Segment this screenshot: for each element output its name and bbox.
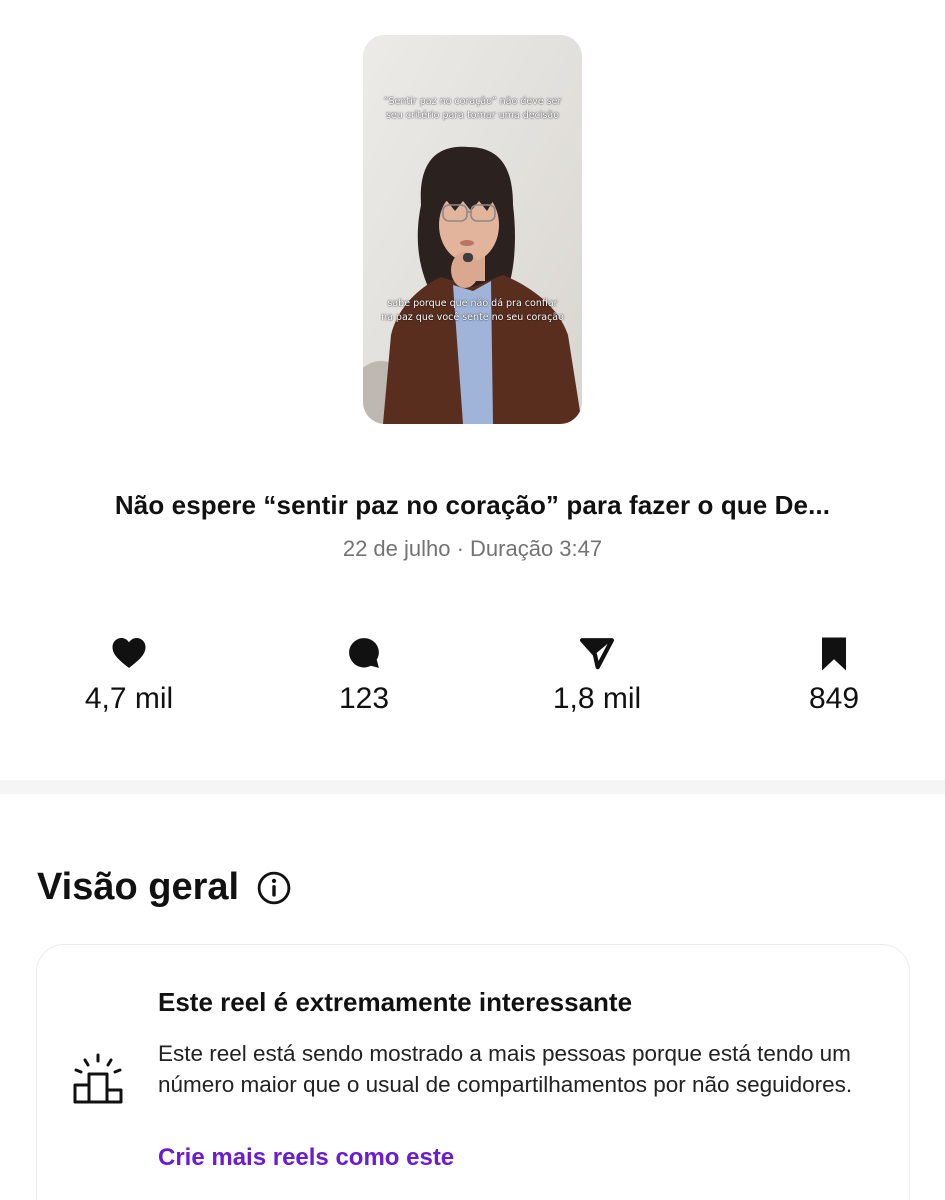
insight-headline: Este reel é extremamente interessante: [158, 987, 633, 1017]
saves-count: 849: [808, 682, 860, 715]
shares-stat: 1,8 mil: [507, 636, 687, 716]
shares-count: 1,8 mil: [552, 682, 642, 715]
insight-description: Este reel está sendo mostrado a mais pes…: [158, 1041, 853, 1097]
heart-icon: [39, 636, 219, 674]
comment-icon: [274, 636, 454, 674]
bookmark-icon: [744, 636, 924, 674]
comments-count: 123: [338, 682, 390, 715]
reel-thumbnail[interactable]: “Sentir paz no coração” não deve ser seu…: [363, 35, 582, 424]
post-title: Não espere “sentir paz no coração” para …: [114, 490, 831, 520]
likes-count: 4,7 mil: [84, 682, 174, 715]
likes-stat: 4,7 mil: [39, 636, 219, 716]
create-more-reels-link[interactable]: Crie mais reels como este: [158, 1144, 454, 1172]
reel-thumbnail-image: [363, 35, 582, 424]
comments-stat: 123: [274, 636, 454, 716]
send-icon: [507, 636, 687, 674]
overview-header: Visão geral: [37, 866, 291, 909]
insight-card: Este reel é extremamente interessante Es…: [36, 944, 910, 1200]
engagement-stats: 4,7 mil 123 1,8 mil 849: [0, 636, 945, 736]
section-divider: [0, 780, 945, 794]
saves-stat: 849: [744, 636, 924, 716]
thumbnail-caption-top: “Sentir paz no coração” não deve ser seu…: [383, 96, 562, 121]
info-icon[interactable]: [257, 871, 291, 905]
post-meta: 22 de julho · Duração 3:47: [342, 536, 603, 561]
overview-title: Visão geral: [37, 866, 240, 908]
thumbnail-caption-bottom: sabe porque que não dá pra confiar na pa…: [381, 298, 564, 323]
podium-icon: [71, 1052, 125, 1106]
